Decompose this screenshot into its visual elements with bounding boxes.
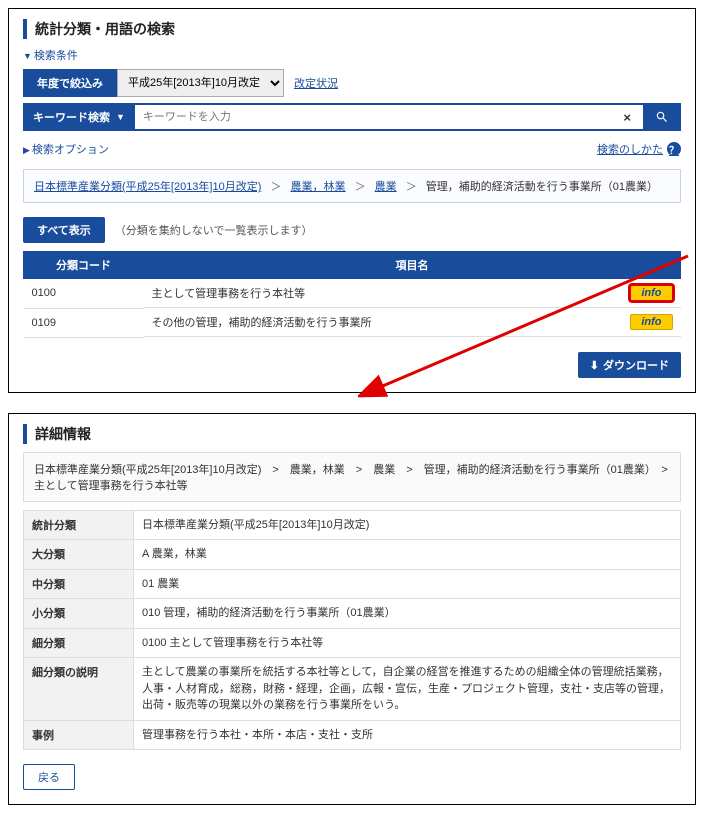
detail-label: 事例: [24, 720, 134, 750]
keyword-search-row: キーワード検索 ×: [23, 103, 681, 131]
info-button[interactable]: info: [630, 285, 672, 301]
detail-value: 日本標準産業分類(平成25年[2013年]10月改定): [134, 510, 681, 540]
detail-label: 統計分類: [24, 510, 134, 540]
show-all-note: （分類を集約しないで一覧表示します）: [115, 222, 313, 238]
chevron-right-icon: ＞: [355, 181, 366, 193]
search-conditions-toggle[interactable]: 検索条件: [23, 47, 681, 63]
results-table: 分類コード 項目名 0100主として管理事務を行う本社等info0109その他の…: [23, 251, 681, 338]
show-all-button[interactable]: すべて表示: [23, 217, 105, 243]
search-panel: 統計分類・用語の検索 検索条件 年度で絞込み 平成25年[2013年]10月改定…: [8, 8, 696, 393]
how-to-search-link[interactable]: 検索のしかた ？: [597, 141, 681, 157]
detail-row: 細分類の説明主として農業の事業所を統括する本社等として，自企業の経営を推進するた…: [24, 658, 681, 721]
chevron-right-icon: ＞: [270, 181, 281, 193]
detail-row: 小分類010 管理，補助的経済活動を行う事業所（01農業）: [24, 599, 681, 629]
search-title: 統計分類・用語の検索: [23, 19, 681, 39]
detail-table: 統計分類日本標準産業分類(平成25年[2013年]10月改定)大分類A 農業，林…: [23, 510, 681, 751]
detail-value: 01 農業: [134, 569, 681, 599]
revision-status-link[interactable]: 改定状況: [294, 75, 338, 91]
detail-row: 事例管理事務を行う本社・本所・本店・支社・支所: [24, 720, 681, 750]
keyword-input[interactable]: [141, 107, 617, 127]
breadcrumb: 日本標準産業分類(平成25年[2013年]10月改定) ＞ 農業，林業 ＞ 農業…: [23, 169, 681, 203]
clear-icon[interactable]: ×: [617, 110, 637, 125]
how-to-search-label: 検索のしかた: [597, 141, 663, 157]
detail-label: 小分類: [24, 599, 134, 629]
table-row: 0100 主として管理事務を行う本社等 info: [24, 279, 681, 309]
table-row: 0109 その他の管理，補助的経済活動を行う事業所 info: [24, 308, 681, 337]
year-filter-button[interactable]: 年度で絞込み: [23, 69, 117, 97]
detail-title: 詳細情報: [23, 424, 681, 444]
breadcrumb-level-0[interactable]: 日本標準産業分類(平成25年[2013年]10月改定): [34, 181, 261, 193]
detail-value: A 農業，林業: [134, 540, 681, 570]
item-name[interactable]: その他の管理，補助的経済活動を行う事業所: [152, 314, 372, 330]
detail-row: 細分類0100 主として管理事務を行う本社等: [24, 628, 681, 658]
detail-value: 0100 主として管理事務を行う本社等: [134, 628, 681, 658]
chevron-right-icon: ＞: [406, 181, 417, 193]
breadcrumb-level-1[interactable]: 農業，林業: [291, 181, 346, 193]
search-options-toggle[interactable]: 検索オプション: [23, 141, 109, 157]
cell-code: 0100: [24, 279, 144, 309]
download-button[interactable]: ダウンロード: [578, 352, 681, 378]
detail-label: 大分類: [24, 540, 134, 570]
keyword-search-button[interactable]: キーワード検索: [23, 103, 135, 131]
year-filter-row: 年度で絞込み 平成25年[2013年]10月改定 改定状況: [23, 69, 681, 97]
breadcrumb-level-2[interactable]: 農業: [375, 181, 397, 193]
detail-label: 細分類: [24, 628, 134, 658]
back-row: 戻る: [23, 764, 681, 790]
detail-breadcrumb: 日本標準産業分類(平成25年[2013年]10月改定) > 農業，林業 > 農業…: [23, 452, 681, 502]
detail-row: 統計分類日本標準産業分類(平成25年[2013年]10月改定): [24, 510, 681, 540]
detail-row: 中分類01 農業: [24, 569, 681, 599]
detail-label: 中分類: [24, 569, 134, 599]
detail-value: 010 管理，補助的経済活動を行う事業所（01農業）: [134, 599, 681, 629]
download-row: ダウンロード: [23, 352, 681, 378]
col-header-name: 項目名: [144, 252, 681, 279]
detail-value: 主として農業の事業所を統括する本社等として，自企業の経営を推進するための組織全体…: [134, 658, 681, 721]
detail-panel: 詳細情報 日本標準産業分類(平成25年[2013年]10月改定) > 農業，林業…: [8, 413, 696, 806]
breadcrumb-current: 管理，補助的経済活動を行う事業所（01農業）: [426, 181, 658, 193]
detail-label: 細分類の説明: [24, 658, 134, 721]
detail-row: 大分類A 農業，林業: [24, 540, 681, 570]
question-icon: ？: [667, 142, 681, 156]
item-name[interactable]: 主として管理事務を行う本社等: [152, 285, 306, 301]
show-all-row: すべて表示 （分類を集約しないで一覧表示します）: [23, 217, 681, 243]
keyword-input-wrap: ×: [135, 103, 643, 131]
year-select[interactable]: 平成25年[2013年]10月改定: [117, 69, 284, 97]
cell-name: 主として管理事務を行う本社等 info: [144, 279, 681, 308]
back-button[interactable]: 戻る: [23, 764, 75, 790]
col-header-code: 分類コード: [24, 252, 144, 279]
detail-value: 管理事務を行う本社・本所・本店・支社・支所: [134, 720, 681, 750]
cell-name: その他の管理，補助的経済活動を行う事業所 info: [144, 308, 681, 337]
info-button[interactable]: info: [630, 314, 672, 330]
options-row: 検索オプション 検索のしかた ？: [23, 141, 681, 157]
cell-code: 0109: [24, 308, 144, 337]
search-submit-button[interactable]: [643, 103, 681, 131]
search-icon: [655, 110, 669, 124]
